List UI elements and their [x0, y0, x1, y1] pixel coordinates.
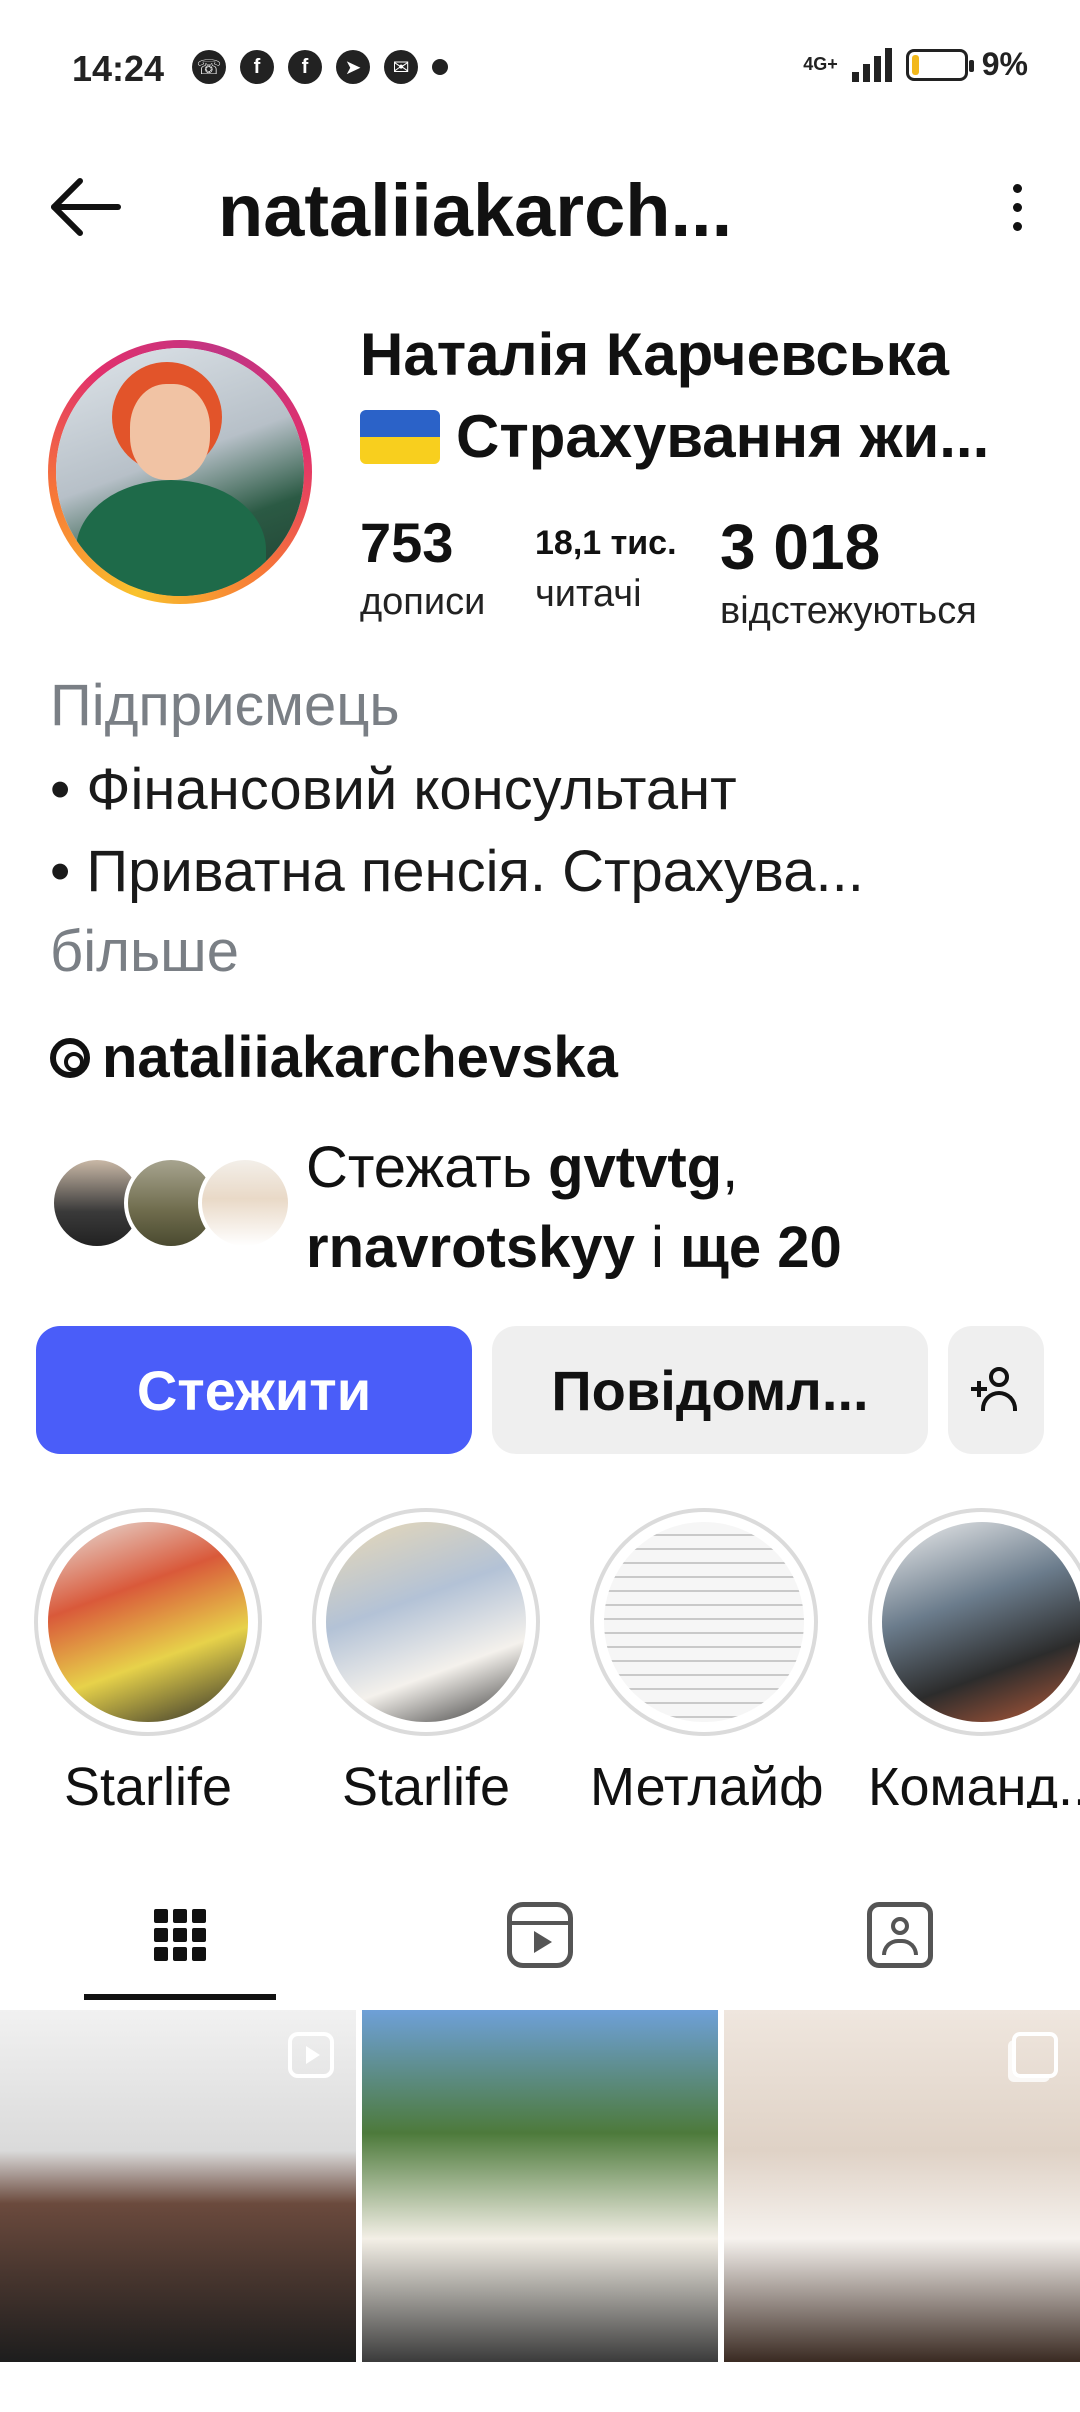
grid-icon — [154, 1909, 206, 1961]
posts-label: дописи — [360, 581, 486, 623]
bio-line: • Фінансовий консультант — [50, 757, 737, 822]
profile-stats: 753 дописи 18,1 тис. читачі 3 018 відсте… — [360, 510, 1060, 633]
battery-icon — [905, 48, 974, 81]
ukraine-flag-icon — [360, 409, 440, 464]
tab-posts-grid[interactable] — [0, 1870, 360, 2000]
followed-by-avatars[interactable] — [50, 1156, 292, 1250]
dot-icon — [432, 59, 448, 75]
followers-count: 18,1 тис. — [535, 524, 677, 562]
followed-by-more: ще 20 — [679, 1215, 842, 1280]
battery-level — [911, 54, 919, 75]
carousel-icon — [1012, 2032, 1058, 2078]
profile-subtitle: Страхування жи... — [360, 402, 989, 471]
threads-handle: nataliiakarchevska — [102, 1025, 618, 1090]
following-label: відстежуються — [720, 590, 977, 632]
followed-by-prefix: Стежать — [306, 1135, 549, 1200]
highlight-cover — [326, 1522, 526, 1722]
followed-by-and: і — [634, 1215, 680, 1280]
reel-icon — [288, 2032, 334, 2078]
facebook-icon: f — [240, 50, 274, 84]
story-highlights: Starlife Starlife Метлайф Команд... — [0, 1508, 1080, 1808]
tab-tagged[interactable] — [720, 1870, 1080, 2000]
highlight-cover — [882, 1522, 1080, 1722]
followed-by-user: gvtvtg — [548, 1135, 723, 1200]
status-bar: 14:24 ☏ f f ➤ ✉ 4G+ 9% — [0, 0, 1080, 140]
highlight-item[interactable]: Starlife — [34, 1508, 262, 1808]
profile-avatar-story-ring[interactable] — [48, 340, 312, 604]
posts-stat[interactable]: 753 дописи — [360, 510, 485, 624]
message-button[interactable]: Повідомл... — [492, 1326, 928, 1454]
followed-by-text[interactable]: Стежать gvtvtg, rnavrotskyy і ще 20 — [306, 1128, 1046, 1288]
highlight-item[interactable]: Starlife — [312, 1508, 540, 1808]
highlight-item[interactable]: Команд... — [868, 1508, 1080, 1808]
follow-button[interactable]: Стежити — [36, 1326, 472, 1454]
highlight-label: Команд... — [868, 1757, 1080, 1808]
followers-stat[interactable]: 18,1 тис. читачі — [535, 510, 677, 616]
highlight-cover — [48, 1522, 248, 1722]
display-name: Наталія Карчевська — [360, 321, 950, 388]
battery-percent: 9% — [981, 46, 1028, 82]
tab-reels[interactable] — [360, 1870, 720, 2000]
post-thumbnail[interactable] — [362, 2010, 718, 2362]
viber-icon: ☏ — [192, 50, 226, 84]
status-time: 14:24 — [72, 48, 165, 89]
following-count: 3 018 — [720, 511, 881, 583]
active-tab-indicator — [84, 1994, 276, 2000]
notification-icons: ☏ f f ➤ ✉ — [192, 50, 448, 84]
network-type: 4G+ — [803, 54, 838, 74]
threads-icon — [50, 1037, 90, 1078]
following-stat[interactable]: 3 018 відстежуються — [720, 510, 977, 633]
bio-category: Підприємець — [50, 673, 400, 738]
avatar — [198, 1156, 292, 1250]
suggested-users-button[interactable] — [948, 1326, 1044, 1454]
highlight-label: Starlife — [341, 1757, 511, 1808]
posts-count: 753 — [360, 511, 454, 574]
facebook-icon: f — [288, 50, 322, 84]
posts-grid — [0, 2010, 1080, 2412]
add-user-icon — [971, 1367, 1021, 1413]
highlight-cover — [604, 1522, 804, 1722]
threads-link[interactable]: nataliiakarchevska — [50, 1024, 618, 1091]
followed-by-separator: , — [722, 1135, 739, 1200]
status-right: 4G+ 9% — [803, 46, 1028, 83]
post-thumbnail[interactable] — [724, 2010, 1080, 2362]
highlight-label: Starlife — [63, 1757, 233, 1808]
highlight-label: Метлайф — [590, 1757, 824, 1808]
followers-label: читачі — [535, 573, 642, 615]
bio-more-link[interactable]: більше — [50, 918, 239, 985]
post-thumbnail[interactable] — [0, 2010, 356, 2362]
username-title: nataliiakarch... — [218, 169, 733, 252]
mail-icon: ✉ — [384, 50, 418, 84]
telegram-icon: ➤ — [336, 50, 370, 84]
profile-tabs — [0, 1870, 1080, 2000]
highlight-item[interactable]: Метлайф — [590, 1508, 824, 1808]
back-arrow-icon[interactable] — [46, 172, 126, 242]
followed-by-user: rnavrotskyy — [306, 1215, 635, 1280]
signal-icon — [851, 47, 892, 82]
avatar — [56, 348, 304, 596]
tagged-user-icon — [867, 1902, 933, 1968]
bio-line: • Приватна пенсія. Страхува... — [50, 839, 864, 904]
more-options-icon[interactable] — [994, 172, 1040, 242]
reels-icon — [507, 1902, 573, 1968]
profile-header: nataliiakarch... — [0, 150, 1080, 260]
profile-subtitle-text: Страхування жи... — [456, 403, 990, 470]
